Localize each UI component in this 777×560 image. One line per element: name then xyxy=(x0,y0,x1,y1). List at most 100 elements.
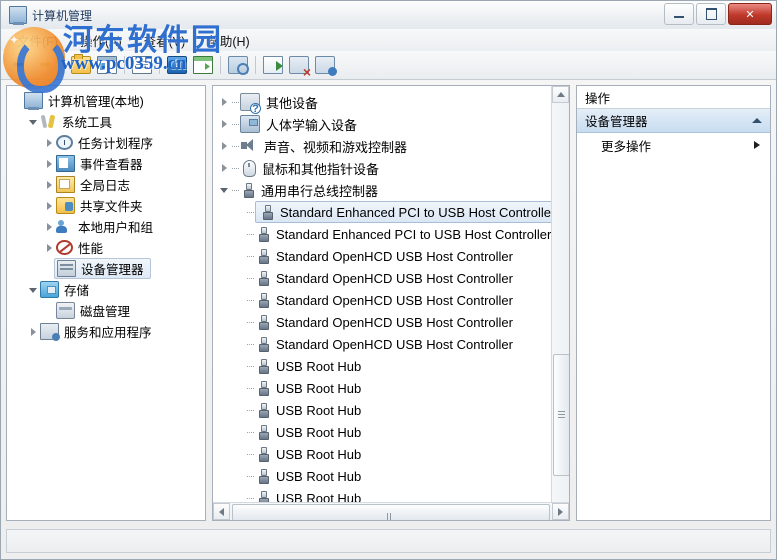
chevron-right-icon[interactable] xyxy=(43,241,56,254)
usb-device-icon xyxy=(258,226,270,242)
device-label: Standard OpenHCD USB Host Controller xyxy=(276,336,513,352)
sidebar-item-label: 性能 xyxy=(78,242,104,256)
device-tree-row[interactable]: Standard Enhanced PCI to USB Host Contro… xyxy=(213,223,569,245)
sidebar-item-1[interactable]: 系统工具 xyxy=(7,111,205,132)
chevron-right-icon[interactable] xyxy=(27,325,40,338)
show-console-tree-button[interactable] xyxy=(94,53,120,77)
device-tree-row[interactable]: 人体学输入设备 xyxy=(213,113,569,135)
task-scheduler-icon xyxy=(56,135,73,150)
properties-icon xyxy=(132,56,152,74)
chevron-right-icon[interactable] xyxy=(218,117,232,131)
sidebar-item-2[interactable]: 任务计划程序 xyxy=(7,132,205,153)
sidebar-item-5[interactable]: 共享文件夹 xyxy=(7,195,205,216)
device-tree-row[interactable]: Standard Enhanced PCI to USB Host Contro… xyxy=(213,201,569,223)
chevron-up-icon xyxy=(752,118,762,123)
chevron-right-icon[interactable] xyxy=(43,157,56,170)
device-tree-row[interactable]: 其他设备 xyxy=(213,91,569,114)
device-manager-pane: 其他设备人体学输入设备声音、视频和游戏控制器鼠标和其他指针设备通用串行总线控制器… xyxy=(212,85,570,521)
chevron-down-icon[interactable] xyxy=(218,183,232,197)
update-driver-button[interactable] xyxy=(260,53,286,77)
sidebar-item-0[interactable]: 计算机管理(本地) xyxy=(7,90,205,111)
scroll-up-button[interactable] xyxy=(552,86,569,103)
device-tree-row[interactable]: USB Root Hub xyxy=(213,443,569,465)
device-tree-row[interactable]: Standard OpenHCD USB Host Controller xyxy=(213,289,569,311)
device-tree-row[interactable]: USB Root Hub xyxy=(213,377,569,399)
menu-action[interactable]: 操作(A) xyxy=(70,29,132,52)
device-label: Standard Enhanced PCI to USB Host Contro… xyxy=(276,226,552,242)
chevron-down-icon[interactable] xyxy=(27,115,40,128)
device-tree-row[interactable]: Standard OpenHCD USB Host Controller xyxy=(213,311,569,333)
menu-view[interactable]: 查看(V) xyxy=(134,29,196,52)
chevron-right-icon[interactable] xyxy=(43,199,56,212)
device-row-body: USB Root Hub xyxy=(255,358,361,374)
scroll-right-button[interactable] xyxy=(552,503,569,520)
device-row-body: Standard OpenHCD USB Host Controller xyxy=(255,336,513,352)
chevron-up-icon xyxy=(556,92,565,97)
sidebar-item-10[interactable]: 磁盘管理 xyxy=(7,300,205,321)
horizontal-scroll-thumb[interactable] xyxy=(232,504,550,520)
tree-connector xyxy=(247,271,255,285)
expander-placeholder xyxy=(43,262,56,275)
device-tree-row[interactable]: Standard OpenHCD USB Host Controller xyxy=(213,333,569,355)
device-label: 通用串行总线控制器 xyxy=(261,183,379,199)
tree-item-body: 事件查看器 xyxy=(56,154,143,173)
tree-item-body: 共享文件夹 xyxy=(56,196,143,215)
minimize-button[interactable] xyxy=(664,3,694,25)
vertical-scroll-thumb[interactable] xyxy=(553,354,569,476)
scroll-left-button[interactable] xyxy=(213,503,230,520)
device-tree-row[interactable]: 鼠标和其他指针设备 xyxy=(213,157,569,179)
device-tree-row[interactable]: USB Root Hub xyxy=(213,399,569,421)
sidebar-item-4[interactable]: 全局日志 xyxy=(7,174,205,195)
menu-file[interactable]: 文件(F) xyxy=(7,29,68,52)
uninstall-device-button[interactable] xyxy=(286,53,312,79)
up-folder-button[interactable] xyxy=(68,53,94,77)
chevron-right-icon[interactable] xyxy=(218,161,232,175)
device-tree-vertical-scrollbar[interactable] xyxy=(551,86,569,520)
device-tree-row[interactable]: 通用串行总线控制器 xyxy=(213,179,569,201)
sidebar-item-label: 本地用户和组 xyxy=(78,221,154,235)
sidebar-item-3[interactable]: 事件查看器 xyxy=(7,153,205,174)
chevron-down-icon[interactable] xyxy=(27,283,40,296)
actions-pane: 操作 设备管理器 更多操作 xyxy=(576,85,771,521)
device-tree-row[interactable]: Standard OpenHCD USB Host Controller xyxy=(213,245,569,267)
actions-group-device-manager[interactable]: 设备管理器 xyxy=(577,109,770,133)
scan-hardware-icon xyxy=(228,56,249,75)
chevron-right-icon[interactable] xyxy=(43,136,56,149)
expander-placeholder xyxy=(11,94,24,107)
help-button[interactable]: ? xyxy=(164,53,190,77)
device-label: USB Root Hub xyxy=(276,380,362,396)
close-button[interactable]: ✕ xyxy=(728,3,772,25)
forward-button[interactable] xyxy=(33,53,59,77)
device-tree-horizontal-scrollbar[interactable] xyxy=(213,502,569,520)
usb-device-icon xyxy=(262,204,274,220)
device-tree-row[interactable]: Standard OpenHCD USB Host Controller xyxy=(213,267,569,289)
menu-help[interactable]: 帮助(H) xyxy=(197,29,259,52)
device-tree-row[interactable]: USB Root Hub xyxy=(213,465,569,487)
chevron-right-icon[interactable] xyxy=(218,95,232,109)
maximize-button[interactable] xyxy=(696,3,726,25)
toolbar-separator xyxy=(124,56,125,74)
computer-icon xyxy=(24,92,43,110)
show-action-pane-button[interactable] xyxy=(190,53,216,77)
back-button[interactable] xyxy=(7,53,33,77)
chevron-right-icon[interactable] xyxy=(43,178,56,191)
action-more-actions-label: 更多操作 xyxy=(601,139,652,154)
disable-device-button[interactable] xyxy=(312,53,338,77)
properties-button[interactable] xyxy=(129,53,155,77)
sidebar-item-11[interactable]: 服务和应用程序 xyxy=(7,321,205,342)
sidebar-item-9[interactable]: 存储 xyxy=(7,279,205,300)
chevron-right-icon[interactable] xyxy=(43,220,56,233)
device-tree-row[interactable]: USB Root Hub xyxy=(213,421,569,443)
device-tree-row[interactable]: 声音、视频和游戏控制器 xyxy=(213,135,569,157)
action-more-actions[interactable]: 更多操作 xyxy=(577,133,770,157)
usb-device-icon xyxy=(258,380,270,396)
sidebar-item-6[interactable]: 本地用户和组 xyxy=(7,216,205,237)
sidebar-item-7[interactable]: 性能 xyxy=(7,237,205,258)
device-tree-row[interactable]: USB Root Hub xyxy=(213,355,569,377)
tree-connector xyxy=(247,359,255,373)
sidebar-item-8[interactable]: 设备管理器 xyxy=(7,258,205,279)
scroll-grip-icon xyxy=(558,411,565,419)
scan-hardware-button[interactable] xyxy=(225,53,251,77)
device-label: Standard Enhanced PCI to USB Host Contro… xyxy=(280,204,556,220)
chevron-right-icon[interactable] xyxy=(218,139,232,153)
